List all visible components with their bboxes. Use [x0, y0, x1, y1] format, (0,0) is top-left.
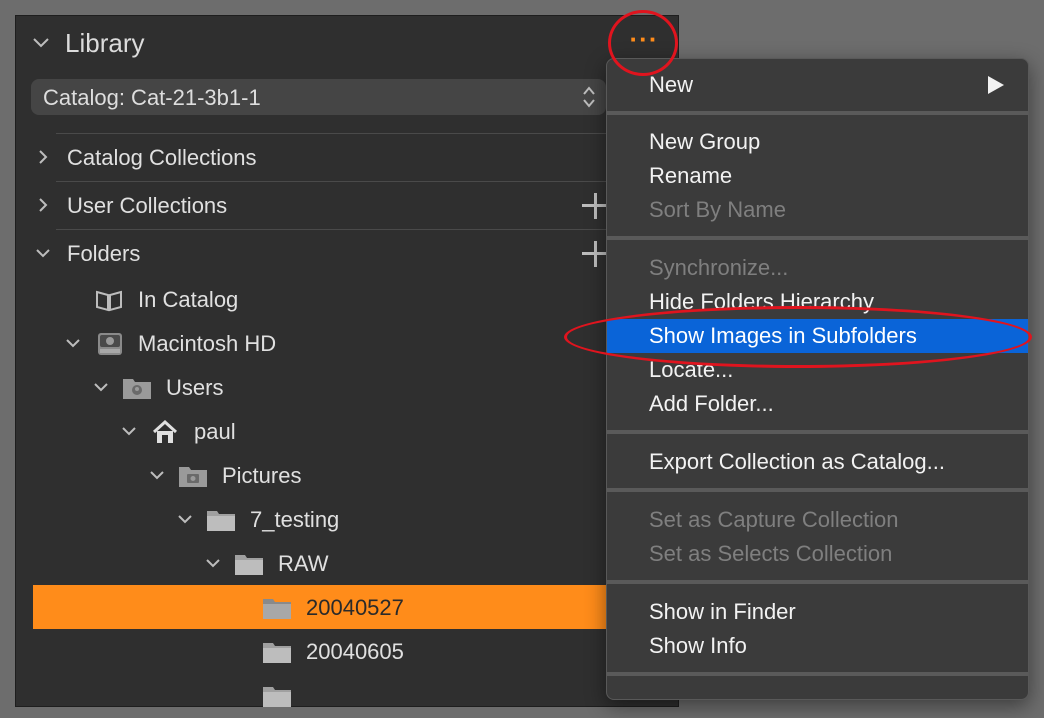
menu-item-label: Set as Selects Collection [649, 541, 893, 566]
chevron-down-icon[interactable] [36, 246, 50, 260]
chevron-down-icon[interactable] [94, 380, 108, 394]
menu-item-show-info[interactable]: Show Info [607, 629, 1028, 663]
menu-item-label: Export Collection as Catalog... [649, 449, 945, 474]
chevron-down-icon[interactable] [32, 34, 50, 52]
chevron-down-icon[interactable] [66, 336, 80, 350]
menu-separator [607, 580, 1028, 584]
library-header: Library ··· [16, 16, 678, 72]
chevron-right-icon[interactable] [36, 198, 50, 212]
menu-item-label: Locate... [649, 357, 734, 382]
menu-separator [607, 111, 1028, 115]
more-options-icon[interactable]: ··· [626, 26, 662, 54]
menu-item-label: New Group [649, 129, 761, 154]
open-book-icon [96, 290, 122, 312]
library-panel: Library ··· Catalog: Cat-21-3b1-1 Catalo… [15, 15, 679, 707]
divider [56, 181, 616, 182]
updown-arrows-icon [583, 86, 595, 108]
submenu-arrow-icon [988, 76, 1004, 94]
menu-item-label: Hide Folders Hierarchy [649, 289, 874, 314]
tree-label: In Catalog [138, 287, 239, 312]
pictures-folder-icon [179, 467, 207, 487]
chevron-down-icon[interactable] [150, 468, 164, 482]
folder-icon [235, 555, 263, 575]
chevron-down-icon[interactable] [206, 556, 220, 570]
users-folder-icon [123, 379, 151, 399]
section-user-collections[interactable]: User Collections [16, 184, 678, 228]
section-label: Folders [67, 241, 141, 266]
tree-label: 7_testing [250, 507, 340, 532]
chevron-right-icon[interactable] [36, 150, 50, 164]
tree-label: 20040527 [306, 595, 404, 620]
menu-item-label: Set as Capture Collection [649, 507, 899, 532]
context-menu: New New Group Rename Sort By Name Synchr… [606, 58, 1029, 700]
tree-label: Macintosh HD [138, 331, 277, 356]
tree-item-7-testing[interactable]: 7_testing [16, 498, 678, 542]
section-folders[interactable]: Folders [16, 232, 678, 276]
divider [56, 229, 616, 230]
tree-label: Users [166, 375, 224, 400]
menu-separator [607, 488, 1028, 492]
menu-item-label: Show Images in Subfolders [649, 323, 917, 348]
menu-item-show-in-finder[interactable]: Show in Finder [607, 595, 1028, 629]
menu-item-export-collection[interactable]: Export Collection as Catalog... [607, 445, 1028, 479]
tree-item-macintosh-hd[interactable]: Macintosh HD [16, 322, 678, 366]
menu-item-label: Show in Finder [649, 599, 796, 624]
catalog-select[interactable]: Catalog: Cat-21-3b1-1 [31, 79, 606, 115]
tree-item-paul[interactable]: paul [16, 410, 678, 454]
menu-item-synchronize[interactable]: Synchronize... [607, 251, 1028, 285]
folder-icon [263, 643, 291, 663]
menu-item-label: Sort By Name [649, 197, 786, 222]
menu-item-rename[interactable]: Rename [607, 159, 1028, 193]
library-title: Library [65, 28, 145, 58]
menu-item-add-folder[interactable]: Add Folder... [607, 387, 1028, 421]
tree-item-20040605[interactable]: 20040605 [16, 630, 678, 674]
menu-separator [607, 672, 1028, 676]
tree-label: Pictures [222, 463, 302, 488]
add-folder-icon[interactable] [582, 241, 608, 267]
section-catalog-collections[interactable]: Catalog Collections [16, 136, 678, 180]
add-user-collection-icon[interactable] [582, 193, 608, 219]
menu-item-label: New [649, 72, 694, 97]
menu-item-set-selects[interactable]: Set as Selects Collection [607, 537, 1028, 571]
chevron-down-icon[interactable] [178, 512, 192, 526]
chevron-down-icon[interactable] [122, 424, 136, 438]
home-icon [152, 419, 178, 443]
tree-label: RAW [278, 551, 329, 576]
section-label: Catalog Collections [67, 145, 257, 170]
menu-item-label: Rename [649, 163, 733, 188]
tree-label: paul [194, 419, 236, 444]
menu-item-new-group[interactable]: New Group [607, 125, 1028, 159]
menu-item-label: Synchronize... [649, 255, 789, 280]
catalog-select-value: Catalog: Cat-21-3b1-1 [43, 85, 261, 110]
section-label: User Collections [67, 193, 228, 218]
menu-separator [607, 430, 1028, 434]
tree-label: 20040605 [306, 639, 404, 664]
menu-item-new[interactable]: New [607, 68, 1028, 102]
divider [56, 133, 616, 134]
folder-icon [263, 599, 291, 619]
menu-item-label: Show Info [649, 633, 747, 658]
menu-item-sort-by-name[interactable]: Sort By Name [607, 193, 1028, 227]
menu-item-locate[interactable]: Locate... [607, 353, 1028, 387]
tree-item-in-catalog[interactable]: In Catalog [16, 278, 678, 322]
menu-item-label: Add Folder... [649, 391, 774, 416]
tree-item-raw[interactable]: RAW [16, 542, 678, 586]
menu-item-show-images-in-subfolders[interactable]: Show Images in Subfolders [607, 319, 1028, 353]
folder-icon [207, 511, 235, 531]
hard-drive-icon [98, 333, 122, 355]
tree-item-20040527[interactable]: 20040527 [16, 586, 678, 630]
menu-item-hide-folders-hierarchy[interactable]: Hide Folders Hierarchy [607, 285, 1028, 319]
tree-item-users[interactable]: Users [16, 366, 678, 410]
menu-separator [607, 236, 1028, 240]
tree-item-pictures[interactable]: Pictures [16, 454, 678, 498]
tree-item-partial[interactable] [16, 674, 678, 718]
menu-item-set-capture[interactable]: Set as Capture Collection [607, 503, 1028, 537]
folder-icon [263, 687, 291, 707]
